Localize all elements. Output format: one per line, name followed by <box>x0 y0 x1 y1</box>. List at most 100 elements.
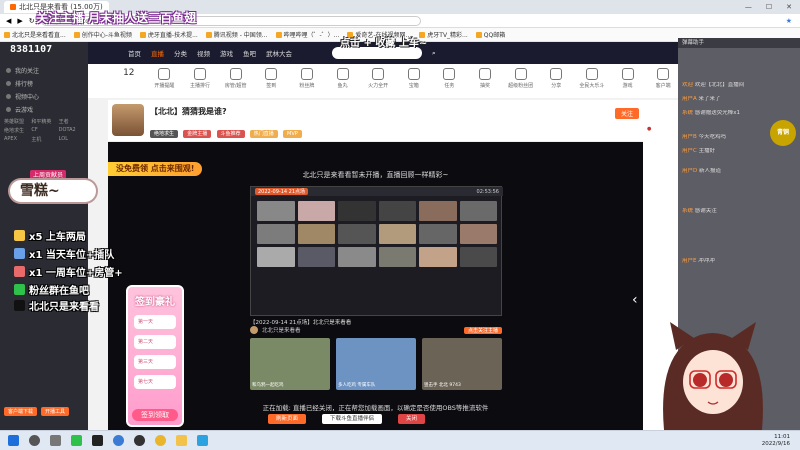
room-title: 【北北】猜猜我是谁? <box>150 107 227 116</box>
sidebar-item[interactable]: 视频中心 <box>0 90 88 103</box>
thumb <box>338 224 376 244</box>
windows-start-icon[interactable] <box>8 435 19 446</box>
badge-icon <box>300 68 313 80</box>
bookmark-item[interactable]: 北北只是来看看直... <box>4 30 66 39</box>
bookmark-item[interactable]: 虎牙直播-技术提... <box>139 30 198 39</box>
obs-header: 弹幕助手 <box>678 38 800 48</box>
system-clock[interactable]: 11:01 2022/9/16 <box>762 434 800 448</box>
gift-icon <box>14 230 25 241</box>
overlay-top-banner: 关注主播 月末抽人送三百鱼翅 <box>36 11 197 25</box>
author-avatar[interactable] <box>250 326 258 334</box>
feature-icon[interactable]: 签到 <box>257 68 287 89</box>
tag[interactable]: 绝地求生 <box>150 130 179 138</box>
wechat-icon[interactable] <box>71 435 82 446</box>
task-icon <box>443 68 456 80</box>
nav-item[interactable]: 分类 <box>174 48 187 58</box>
thumb <box>338 247 376 267</box>
thumb <box>419 201 457 221</box>
related-video[interactable]: 多人吃鸡 专属车队 <box>336 338 416 390</box>
count-item[interactable]: 12 <box>114 68 144 78</box>
thumb <box>257 247 295 267</box>
related-video[interactable]: 和乌鸦一起吃鸡 <box>250 338 330 390</box>
search-icon[interactable] <box>29 435 40 446</box>
feature-icon[interactable]: 开播提醒 <box>150 68 180 89</box>
wechat-icon <box>14 284 25 295</box>
feature-icon[interactable]: 鱼丸 <box>328 68 358 89</box>
feature-icon[interactable]: 火力全开 <box>363 68 393 89</box>
sidebar-item[interactable]: 排行榜 <box>0 77 88 90</box>
chat-message: 欢迎 欢迎【北北】直播间 <box>682 82 745 88</box>
close-button[interactable]: ✕ <box>786 3 792 11</box>
star-icon[interactable]: ★ <box>786 17 792 25</box>
chrome-icon[interactable] <box>155 435 166 446</box>
refresh-page-button[interactable]: 刷新页面 <box>268 414 307 424</box>
thumb <box>419 224 457 244</box>
open-button[interactable]: 开播工具 <box>41 407 70 416</box>
chevron-left-icon[interactable]: ‹ <box>632 292 638 308</box>
tag[interactable]: 热门直播 <box>249 130 278 138</box>
feature-icon[interactable]: 任务 <box>435 68 465 89</box>
room-info-bar: 【北北】猜猜我是谁? 绝地求生 金牌主播 斗鱼推荐 热门直播 MVP 关注 <box>108 100 643 142</box>
login-button[interactable]: 客户端下载 <box>4 407 38 416</box>
browser-icon[interactable] <box>113 435 124 446</box>
task-view-icon[interactable] <box>50 435 61 446</box>
feature-icon[interactable]: 主播排行 <box>185 68 215 89</box>
search-icon[interactable]: ⌕ <box>432 49 436 58</box>
feature-icon[interactable]: 房管/超管 <box>221 68 251 89</box>
app-icon[interactable] <box>197 435 208 446</box>
forward-icon[interactable]: ▶ <box>17 17 22 25</box>
folder-icon[interactable] <box>176 435 187 446</box>
close-loading-button[interactable]: 关闭 <box>398 414 426 424</box>
sidebar-item[interactable]: 我的关注 <box>0 64 88 77</box>
nav-item-active[interactable]: 直播 <box>151 48 164 58</box>
feature-icon[interactable]: 宝箱 <box>399 68 429 89</box>
thumb <box>338 201 376 221</box>
subscribe-button[interactable]: 点击关注主播 <box>463 326 502 334</box>
related-video[interactable]: 狙击手 北北 9743 <box>422 338 502 390</box>
streamer-avatar[interactable] <box>112 104 144 136</box>
bookmark-item[interactable]: 创作中心-斗鱼视频 <box>73 30 132 39</box>
video-player[interactable]: 没免费领 点击来围观! 北北只是来看看暂未开播，直播回顾一样精彩~ 2022-0… <box>108 142 643 430</box>
sidebar-item[interactable]: 云游戏 <box>0 103 88 116</box>
maximize-button[interactable]: ☐ <box>766 3 772 11</box>
bookmark-item[interactable]: 哔哩哔哩（゜-゜）... <box>275 30 339 39</box>
bookmark-item[interactable]: QQ邮箱 <box>475 30 505 39</box>
replay-author-row: 北北只是来看看 点击关注主播 <box>250 326 502 334</box>
tag[interactable]: MVP <box>283 130 302 138</box>
chat-message: 用户E 冲冲冲 <box>682 258 715 264</box>
follow-button[interactable]: 关注 <box>614 108 639 119</box>
chat-message: 系统 感谢赠送荧光棒x1 <box>682 110 741 116</box>
minimize-button[interactable]: — <box>745 3 752 11</box>
back-icon[interactable]: ◀ <box>6 17 11 25</box>
avatar-eye-left <box>693 373 707 387</box>
feature-icon[interactable]: 超级粉丝团 <box>506 68 536 89</box>
qq-icon[interactable] <box>92 435 103 446</box>
nav-item[interactable]: 游戏 <box>220 48 233 58</box>
feature-icon[interactable]: 抽奖 <box>470 68 500 89</box>
cloud-icon <box>6 107 11 112</box>
replay-video[interactable]: 2022-09-14 21点场 02:53:56 <box>250 186 503 316</box>
feature-icon[interactable]: 粉丝牌 <box>292 68 322 89</box>
download-tool-button[interactable]: 下载斗鱼直播伴侣 <box>322 414 383 424</box>
obs-icon[interactable] <box>134 435 145 446</box>
feature-icon[interactable]: 全民大乐斗 <box>577 68 607 89</box>
chat-message: 用户C 主播好 <box>682 148 716 154</box>
bookmark-item[interactable]: 腾讯视频 - 中国领... <box>205 30 268 39</box>
feature-icon[interactable]: 游戏 <box>613 68 643 89</box>
feature-icon[interactable]: 客户端 <box>648 68 678 89</box>
bookmark-icon <box>275 31 282 38</box>
nav-item[interactable]: 视频 <box>197 48 210 58</box>
refresh-icon[interactable]: ↻ <box>29 17 35 25</box>
sign-in-button[interactable]: 签到领取 <box>132 409 178 421</box>
author-name[interactable]: 北北只是来看看 <box>262 326 301 334</box>
feature-icon[interactable]: 分享 <box>542 68 572 89</box>
avatar-eye-right <box>719 373 733 387</box>
tag[interactable]: 金牌主播 <box>183 130 212 138</box>
bookmark-icon <box>205 31 212 38</box>
tag[interactable]: 斗鱼推荐 <box>216 130 245 138</box>
nav-item[interactable]: 首页 <box>128 48 141 58</box>
bookmark-icon <box>4 31 10 38</box>
nav-item[interactable]: 武林大会 <box>266 48 292 58</box>
download-icon <box>657 68 670 80</box>
nav-item[interactable]: 鱼吧 <box>243 48 256 58</box>
